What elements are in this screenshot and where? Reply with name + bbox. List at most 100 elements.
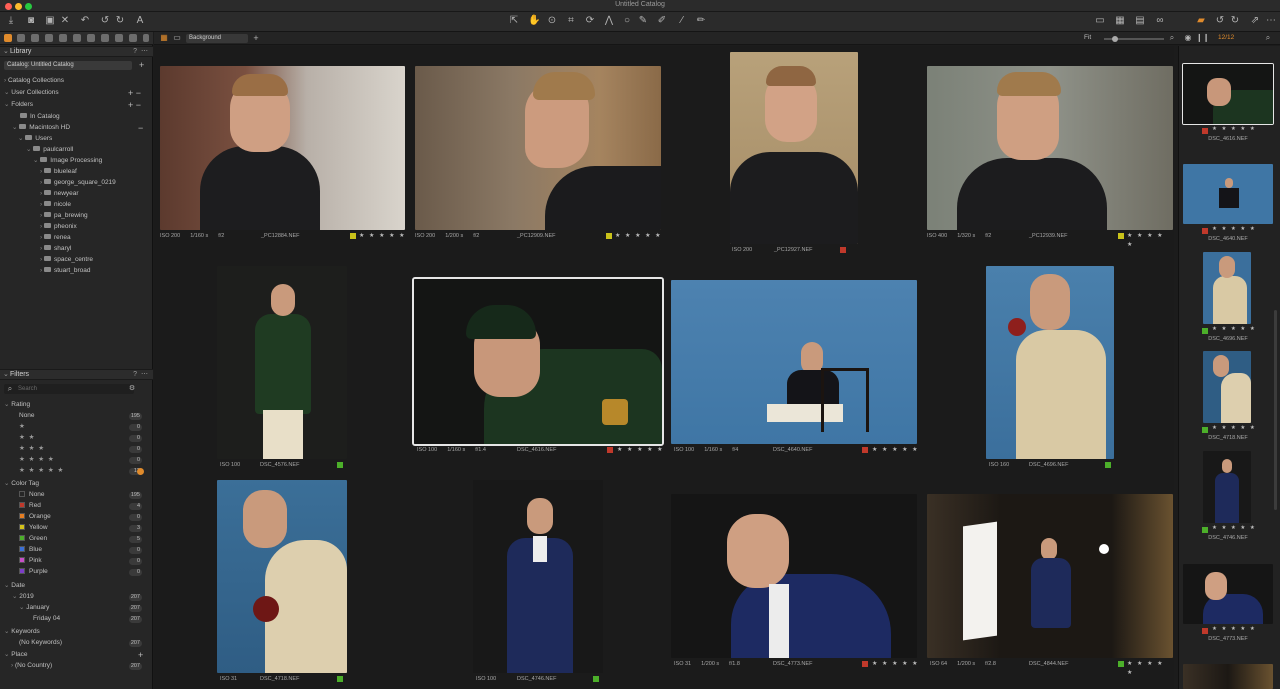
color-tag[interactable] (1202, 628, 1208, 634)
color-yellow[interactable]: Yellow (19, 523, 48, 533)
keyword-none[interactable]: (No Keywords) (19, 638, 62, 648)
reset-icon[interactable]: ↶ (79, 15, 91, 27)
process-icon[interactable]: ▣ (44, 15, 56, 27)
add-collection-button[interactable]: + − (128, 88, 141, 98)
photo-thumbnail[interactable] (160, 66, 405, 230)
color-tag[interactable] (1202, 427, 1208, 433)
rating-stars[interactable]: ★ ★ ★ ★ ★ (872, 446, 919, 455)
folders-item[interactable]: ⌄ Folders (4, 100, 33, 110)
library-tab[interactable] (4, 34, 12, 42)
place-group[interactable]: ⌄ Place (4, 650, 28, 660)
eraser-tool-icon[interactable]: ✐ (656, 15, 668, 27)
color-tag[interactable] (1118, 233, 1124, 239)
color-tag[interactable] (337, 462, 343, 468)
folder-blueleaf[interactable]: › blueleaf (40, 167, 77, 177)
crop-tool-icon[interactable]: ⌗ (565, 15, 577, 27)
rating-1[interactable]: ★ (19, 422, 26, 432)
camera-icon[interactable]: ◙ (25, 15, 37, 27)
folder-nicole[interactable]: › nicole (40, 200, 71, 210)
color-tag[interactable] (862, 661, 868, 667)
keystone-tool-icon[interactable]: ⋀ (603, 15, 615, 27)
fit-label[interactable]: Fit (1084, 34, 1091, 41)
date-group[interactable]: ⌄ Date (4, 581, 25, 591)
color-tag[interactable] (606, 233, 612, 239)
folder-users[interactable]: ⌄ Users (18, 134, 52, 144)
color-red[interactable]: Red (19, 501, 41, 511)
photo-thumbnail[interactable] (730, 52, 858, 244)
color-tag[interactable] (1118, 661, 1124, 667)
filmstrip-thumbnail[interactable] (1183, 664, 1273, 689)
rating-4[interactable]: ★ ★ ★ ★ (19, 455, 55, 465)
color-tag[interactable] (337, 676, 343, 682)
date-january[interactable]: ⌄ January (19, 603, 49, 613)
undo-icon[interactable]: ↺ (99, 15, 111, 27)
photo-thumbnail[interactable] (927, 494, 1173, 658)
photo-thumbnail[interactable] (927, 66, 1173, 230)
metadata-tab[interactable] (115, 34, 123, 42)
color-tag[interactable] (1202, 128, 1208, 134)
background-select[interactable]: Background (186, 34, 248, 43)
color-tag[interactable] (350, 233, 356, 239)
rating-stars[interactable]: ★ ★ ★ ★ ★ (1127, 660, 1174, 678)
pause-icon[interactable]: ❙❙ (1196, 32, 1209, 44)
folder-stuart-broad[interactable]: › stuart_broad (40, 266, 90, 276)
photo-thumbnail[interactable] (415, 66, 661, 230)
folder-pheonix[interactable]: › pheonix (40, 222, 77, 232)
proof-icon[interactable]: ▭ (1094, 15, 1106, 27)
photo-thumbnail[interactable] (217, 480, 347, 673)
folder-sharyl[interactable]: › sharyl (40, 244, 71, 254)
rating-stars[interactable]: ★ ★ ★ ★ ★ (1212, 626, 1256, 632)
details-tab[interactable] (87, 34, 95, 42)
rating-stars[interactable]: ★ ★ ★ ★ ★ (615, 232, 662, 241)
rating-stars[interactable]: ★ ★ ★ ★ ★ (1212, 226, 1256, 232)
zoom-icon[interactable]: ⌕ (1166, 32, 1178, 44)
rating-2[interactable]: ★ ★ (19, 433, 35, 443)
color-green[interactable]: Green (19, 534, 47, 544)
rating-stars[interactable]: ★ ★ ★ ★ ★ (1127, 232, 1174, 250)
picker-tool-icon[interactable]: ⁄ (676, 15, 688, 27)
share-icon[interactable]: ⇗ (1249, 15, 1261, 27)
photo-thumbnail-selected[interactable] (412, 277, 664, 446)
photo-thumbnail[interactable] (671, 494, 917, 658)
exposure-warning-icon[interactable]: ▤ (1134, 15, 1146, 27)
copy-adjustments-icon[interactable]: ▰ (1195, 15, 1207, 27)
section-menu-icon[interactable]: ? ⋯ (133, 47, 149, 57)
filmstrip-thumbnail[interactable] (1183, 164, 1273, 224)
color-none[interactable]: None (19, 490, 45, 500)
grid-icon[interactable]: ▦ (1114, 15, 1126, 27)
color-blue[interactable]: Blue (19, 545, 42, 555)
user-collections-item[interactable]: ⌄ User Collections (4, 88, 59, 98)
date-friday[interactable]: Friday 04 (33, 614, 60, 624)
grid-view-icon[interactable]: ▦ (158, 32, 170, 44)
select-tool-icon[interactable]: ⇱ (508, 15, 520, 27)
color-tag[interactable] (1105, 462, 1111, 468)
rating-5[interactable]: ★ ★ ★ ★ ★ (19, 466, 64, 476)
annotate-tool-icon[interactable]: ✏ (695, 15, 707, 27)
filters-header[interactable]: ⌄ Filters ? ⋯ (0, 369, 153, 380)
color-tab[interactable] (45, 34, 53, 42)
photo-thumbnail[interactable] (671, 280, 917, 444)
layers-tab[interactable] (73, 34, 81, 42)
color-tag[interactable] (1202, 527, 1208, 533)
loupe-tool-icon[interactable]: ⊙ (546, 15, 558, 27)
color-tag-group[interactable]: ⌄ Color Tag (4, 479, 39, 489)
color-tag[interactable] (1202, 228, 1208, 234)
remove-folder-button[interactable]: − (138, 123, 143, 133)
adjust-tab[interactable] (101, 34, 109, 42)
folder-paulcarroll[interactable]: ⌄ paulcarroll (26, 145, 73, 155)
rating-stars[interactable]: ★ ★ ★ ★ ★ (617, 446, 664, 455)
filmstrip-scrollbar[interactable] (1274, 310, 1277, 510)
photo-thumbnail[interactable] (986, 266, 1114, 459)
rating-stars[interactable]: ★ ★ ★ ★ ★ (359, 232, 406, 241)
capture-tab[interactable] (17, 34, 25, 42)
keywords-group[interactable]: ⌄ Keywords (4, 627, 40, 637)
add-place-button[interactable]: + (138, 650, 143, 660)
rating-stars[interactable]: ★ ★ ★ ★ ★ (1212, 326, 1256, 332)
folder-newyear[interactable]: › newyear (40, 189, 79, 199)
folder-macintosh-hd[interactable]: ⌄ Macintosh HD (12, 123, 70, 133)
redo-icon[interactable]: ↻ (114, 15, 126, 27)
place-none[interactable]: › (No Country) (11, 661, 52, 671)
color-pink[interactable]: Pink (19, 556, 42, 566)
eye-icon[interactable]: ◉ (1182, 32, 1194, 44)
rating-stars[interactable]: ★ ★ ★ ★ ★ (1212, 525, 1256, 531)
